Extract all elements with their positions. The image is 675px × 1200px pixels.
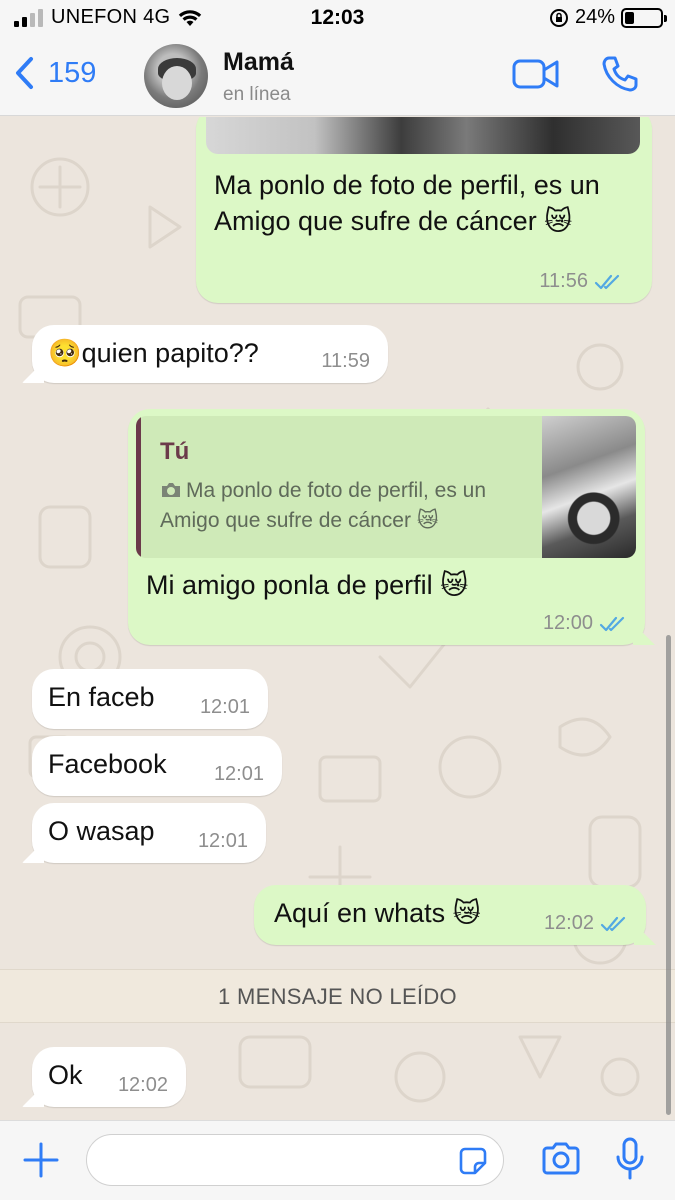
message-incoming[interactable]: Facebook 12:01: [32, 736, 282, 796]
contact-avatar[interactable]: [144, 44, 208, 108]
quote-author: Tú: [160, 438, 190, 465]
phone-icon: [602, 56, 638, 92]
message-input-bar: [0, 1120, 675, 1200]
message-meta: 11:56: [539, 268, 622, 295]
attach-button[interactable]: [22, 1141, 60, 1184]
message-time: 11:56: [539, 270, 588, 292]
message-text: Aquí en whats 😿: [274, 898, 481, 928]
message-outgoing[interactable]: Ma ponlo de foto de perfil, es un Amigo …: [196, 117, 652, 303]
video-call-button[interactable]: [512, 58, 560, 95]
back-button[interactable]: 159: [14, 56, 96, 90]
message-input[interactable]: [86, 1134, 504, 1186]
contact-name[interactable]: Mamá: [223, 48, 294, 77]
battery-icon: [621, 7, 667, 28]
camera-button[interactable]: [540, 1141, 582, 1182]
message-text: Ma ponlo de foto de perfil, es un Amigo …: [214, 170, 600, 237]
plus-icon: [23, 1142, 59, 1178]
message-meta: 12:02: [544, 910, 628, 937]
message-time: 12:02: [117, 1074, 168, 1096]
status-right: 24%: [549, 6, 667, 29]
battery-percent: 24%: [574, 6, 615, 28]
message-incoming[interactable]: 🥺quien papito?? 11:59: [32, 325, 388, 383]
image-attachment[interactable]: [206, 117, 640, 154]
read-ticks-icon: [594, 274, 620, 289]
message-time: 12:01: [213, 763, 264, 785]
message-time: 11:59: [321, 350, 370, 372]
chat-area[interactable]: Ma ponlo de foto de perfil, es un Amigo …: [0, 117, 675, 1120]
video-call-icon: [512, 59, 559, 89]
message-time: 12:01: [199, 696, 250, 718]
message-text: 🥺quien papito??: [48, 338, 259, 368]
contact-status: en línea: [223, 84, 291, 105]
sticker-icon: [459, 1147, 487, 1175]
chat-header: 159 Mamá en línea: [0, 36, 675, 116]
quoted-message[interactable]: Tú Ma ponlo de foto de perfil, es un Ami…: [136, 416, 636, 558]
message-text: Ok: [48, 1060, 83, 1090]
microphone-icon: [616, 1137, 644, 1180]
unread-chats-count: 159: [48, 56, 97, 89]
message-meta: 12:00: [543, 610, 627, 637]
quote-text: Ma ponlo de foto de perfil, es un Amigo …: [160, 479, 487, 533]
message-incoming[interactable]: En faceb 12:01: [32, 669, 268, 729]
scrollbar[interactable]: [666, 635, 671, 1115]
message-time: 12:00: [542, 612, 593, 634]
message-incoming[interactable]: O wasap 12:01: [32, 803, 266, 863]
message-text: Facebook: [48, 749, 167, 779]
status-bar: UNEFON 4G 12:03 24%: [0, 0, 675, 36]
camera-icon: [542, 1142, 580, 1175]
chevron-left-icon: [16, 57, 33, 89]
message-time: 12:01: [197, 830, 248, 852]
unread-messages-banner: 1 MENSAJE NO LEÍDO: [0, 969, 675, 1023]
quote-thumbnail: [542, 416, 636, 558]
read-ticks-icon: [599, 616, 625, 631]
camera-small-icon: [162, 483, 180, 497]
message-text: Mi amigo ponla de perfil 😿: [146, 570, 469, 600]
message-outgoing[interactable]: Aquí en whats 😿 12:02: [254, 885, 646, 945]
message-outgoing-reply[interactable]: Tú Ma ponlo de foto de perfil, es un Ami…: [128, 409, 645, 645]
message-text: En faceb: [48, 682, 155, 712]
sticker-button[interactable]: [457, 1145, 489, 1182]
orientation-lock-icon: [549, 8, 568, 27]
message-incoming[interactable]: Ok 12:02: [32, 1047, 186, 1107]
voice-call-button[interactable]: [600, 54, 640, 99]
voice-message-button[interactable]: [614, 1137, 646, 1186]
message-text: O wasap: [48, 816, 155, 846]
read-ticks-icon: [600, 916, 626, 931]
message-time: 12:02: [543, 912, 594, 934]
